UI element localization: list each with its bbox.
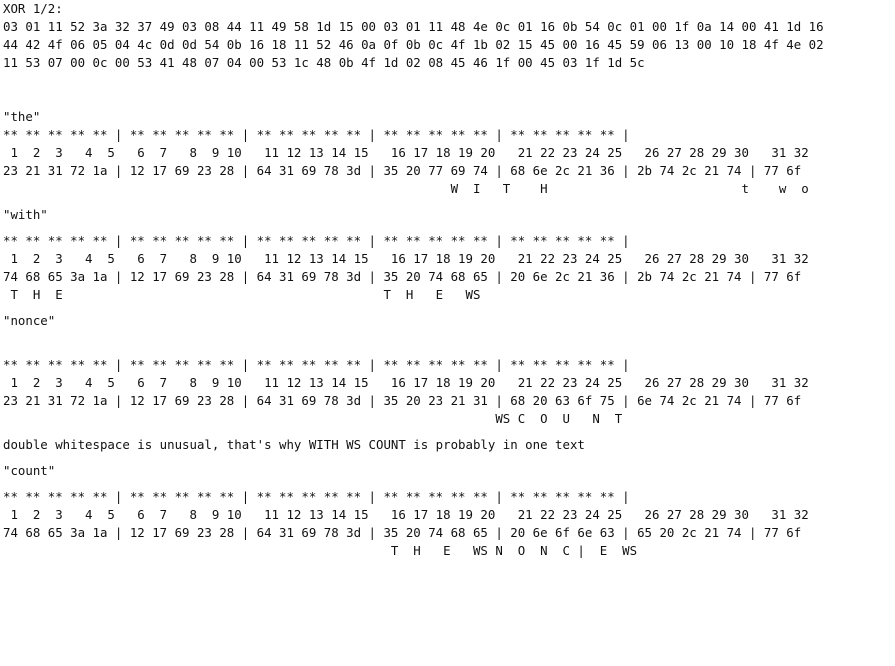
stars-row: ** ** ** ** ** | ** ** ** ** ** | ** ** … bbox=[3, 489, 630, 504]
hex-row: 23 21 31 72 1a | 12 17 69 23 28 | 64 31 … bbox=[3, 163, 802, 178]
hex-row: 23 21 31 72 1a | 12 17 69 23 28 | 64 31 … bbox=[3, 393, 802, 408]
hex-line-2: 44 42 4f 06 05 04 4c 0d 0d 54 0b 16 18 1… bbox=[3, 37, 824, 52]
hex-row: 74 68 65 3a 1a | 12 17 69 23 28 | 64 31 … bbox=[3, 269, 802, 284]
section-label-count: "count" bbox=[3, 463, 56, 478]
section-label-the: "the" bbox=[3, 109, 41, 124]
stars-row: ** ** ** ** ** | ** ** ** ** ** | ** ** … bbox=[3, 357, 630, 372]
hex-line-3: 11 53 07 00 0c 00 53 41 48 07 04 00 53 1… bbox=[3, 55, 645, 70]
position-numbers-row: 1 2 3 4 5 6 7 8 9 10 11 12 13 14 15 16 1… bbox=[3, 507, 809, 522]
analysis-note: double whitespace is unusual, that's why… bbox=[3, 437, 585, 452]
decoded-row: W I T H t w o bbox=[3, 181, 809, 196]
hex-row: 74 68 65 3a 1a | 12 17 69 23 28 | 64 31 … bbox=[3, 525, 802, 540]
decoded-row: T H E WS N O N C | E WS bbox=[3, 543, 638, 558]
position-numbers-row: 1 2 3 4 5 6 7 8 9 10 11 12 13 14 15 16 1… bbox=[3, 375, 809, 390]
position-numbers-row: 1 2 3 4 5 6 7 8 9 10 11 12 13 14 15 16 1… bbox=[3, 145, 809, 160]
position-numbers-row: 1 2 3 4 5 6 7 8 9 10 11 12 13 14 15 16 1… bbox=[3, 251, 809, 266]
decoded-row: WS C O U N T bbox=[3, 411, 623, 426]
xor-title: XOR 1/2: bbox=[3, 1, 63, 16]
stars-row: ** ** ** ** ** | ** ** ** ** ** | ** ** … bbox=[3, 233, 630, 248]
section-label-nonce: "nonce" bbox=[3, 313, 56, 328]
hex-line-1: 03 01 11 52 3a 32 37 49 03 08 44 11 49 5… bbox=[3, 19, 824, 34]
decoded-row: T H E T H E WS bbox=[3, 287, 481, 302]
text-document: XOR 1/2: 03 01 11 52 3a 32 37 49 03 08 4… bbox=[3, 0, 893, 560]
section-label-with: "with" bbox=[3, 207, 48, 222]
stars-row: ** ** ** ** ** | ** ** ** ** ** | ** ** … bbox=[3, 127, 630, 142]
